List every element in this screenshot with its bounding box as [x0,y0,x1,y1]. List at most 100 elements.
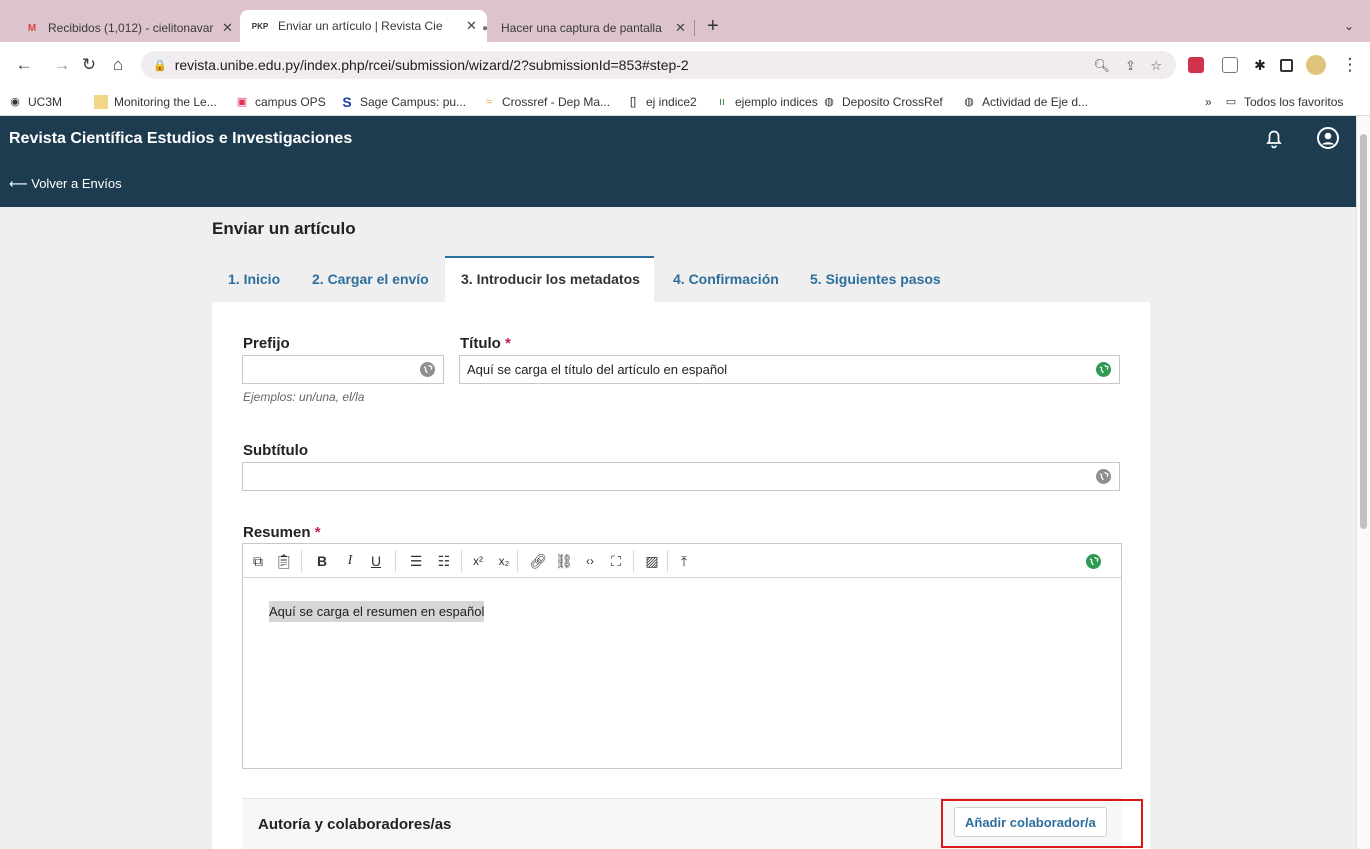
bullet-list-icon[interactable]: ☰ [407,552,425,570]
profile-avatar[interactable] [1306,55,1326,75]
link-icon[interactable]: 🔗︎ [529,552,547,570]
copy-icon[interactable]: ⧉ [249,552,267,570]
zoom-icon[interactable]: 🔍︎ [1093,58,1110,74]
bookmark-item[interactable]: S Sage Campus: pu... [340,95,466,109]
more-menu-icon[interactable]: ⋮ [1340,55,1360,75]
code-icon[interactable]: ‹› [581,552,599,570]
bookmarks-overflow-icon[interactable]: » [1205,95,1212,109]
chevron-down-icon[interactable]: ⌄ [1344,19,1354,33]
tab-label: Recibidos (1,012) - cielitonavar [48,21,214,35]
tab-step-2[interactable]: 2. Cargar el envío [296,256,445,302]
toolbar-divider [395,550,396,572]
prefix-label: Prefijo [243,335,290,352]
chart-icon: ıı [718,96,726,108]
toolbar-divider [633,550,634,572]
address-bar[interactable]: 🔒 revista.unibe.edu.py/index.php/rcei/su… [141,51,1176,79]
bookmark-star-icon[interactable]: ☆ [1150,58,1162,74]
globe-icon[interactable] [1096,469,1111,484]
new-tab-icon[interactable]: + [707,16,719,36]
bookmark-item[interactable]: Monitoring the Le... [94,95,217,109]
bookmark-item[interactable]: ▣ campus OPS [235,95,326,109]
bookmark-item[interactable]: ◉ UC3M [8,95,62,109]
campus-icon: ▣ [236,96,248,108]
underline-icon[interactable]: U [367,552,385,570]
bookmark-item[interactable]: ◍ Actividad de Eje d... [962,95,1088,109]
forward-arrow-icon[interactable]: → [52,55,72,75]
required-marker: * [314,524,321,541]
back-arrow-icon[interactable]: ← [14,55,34,75]
bookmark-item[interactable]: ≈ Crossref - Dep Ma... [482,95,610,109]
numbered-list-icon[interactable]: ☷ [435,552,453,570]
page-title: Enviar un artículo [212,219,356,238]
toolbar-divider [461,550,462,572]
globe-icon[interactable] [420,362,435,377]
all-bookmarks-folder[interactable]: ▭ Todos los favoritos [1224,95,1344,109]
prefix-hint: Ejemplos: un/una, el/la [243,390,365,404]
university-icon: ◉ [10,96,20,108]
editor-toolbar: ⧉ 📋︎ B I U ☰ ☷ x² x₂ 🔗︎ ⛓︎ ‹› ⛶ ▨ ⤒ [243,544,1121,578]
superscript-icon[interactable]: x² [469,552,487,570]
abstract-text[interactable]: Aquí se carga el resumen en español [269,601,485,622]
bookmark-item[interactable]: ◍ Deposito CrossRef [822,95,943,109]
browser-tab-gmail[interactable]: M Recibidos (1,012) - cielitonavar ✕ [14,14,243,42]
tab-step-4[interactable]: 4. Confirmación [657,256,795,302]
italic-icon[interactable]: I [341,552,359,570]
tab-label: Hacer una captura de pantalla [501,21,662,35]
toolbar-divider [301,550,302,572]
url-text: revista.unibe.edu.py/index.php/rcei/subm… [174,57,689,73]
subtitle-label: Subtítulo [243,442,308,459]
title-input[interactable]: Aquí se carga el título del artículo en … [459,355,1120,384]
fullscreen-icon[interactable]: ⛶ [607,552,625,570]
puzzle-extensions-icon[interactable]: ✱ [1252,57,1268,73]
bookmark-item[interactable]: [] ej indice2 [626,95,697,109]
abstract-editor[interactable]: ⧉ 📋︎ B I U ☰ ☷ x² x₂ 🔗︎ ⛓︎ ‹› ⛶ ▨ ⤒ Aquí… [242,543,1122,769]
share-icon[interactable]: ⇪ [1125,58,1136,74]
reader-icon[interactable] [1222,57,1238,73]
globe-icon[interactable] [1096,362,1111,377]
journal-title[interactable]: Revista Científica Estudios e Investigac… [9,130,352,148]
paste-icon[interactable]: 📋︎ [275,552,293,570]
pkp-icon: PKP [251,21,269,31]
home-icon[interactable]: ⌂ [108,55,128,75]
bookmarks-bar: ◉ UC3M Monitoring the Le... ▣ campus OPS S… [0,90,1370,116]
upload-icon[interactable]: ⤒ [675,552,693,570]
tab-step-1[interactable]: 1. Inicio [212,256,296,302]
globe-bookmark-icon: ◍ [824,96,834,108]
close-tab-icon[interactable]: ✕ [675,20,686,36]
side-panel-icon[interactable] [1280,59,1293,72]
subtitle-input[interactable] [242,462,1120,491]
tab-step-5[interactable]: 5. Siguientes pasos [794,256,957,302]
lock-icon: 🔒 [153,59,167,72]
bookmark-item[interactable]: ıı ejemplo indices [715,95,818,109]
browser-toolbar: ← → ↻ ⌂ 🔒 revista.unibe.edu.py/index.php… [0,42,1370,90]
browser-tab-screenshot[interactable]: ● Hacer una captura de pantalla ✕ [467,14,696,42]
bold-icon[interactable]: B [313,552,331,570]
crossref-icon: ≈ [485,96,493,108]
abstract-label: Resumen * [243,524,321,541]
bell-icon[interactable] [1262,126,1286,150]
toolbar-divider [667,550,668,572]
monitor-icon [94,95,108,109]
tab-step-3[interactable]: 3. Introducir los metadatos [445,256,654,302]
browser-tab-bar: M Recibidos (1,012) - cielitonavar ✕ PKP… [0,0,1370,42]
prefix-input[interactable] [242,355,444,384]
subscript-icon[interactable]: x₂ [495,552,513,570]
globe-icon[interactable] [1086,554,1101,569]
tab-divider [694,20,695,36]
scrollbar-thumb[interactable] [1360,134,1367,529]
sage-icon: S [342,94,352,110]
apple-icon: ● [481,22,489,34]
tab-label: Enviar un artículo | Revista Cie [278,19,443,33]
user-account-icon[interactable] [1316,126,1340,150]
unlink-icon[interactable]: ⛓︎ [555,552,573,570]
close-tab-icon[interactable]: ✕ [222,20,233,36]
browser-tab-submission[interactable]: PKP Enviar un artículo | Revista Cie ✕ [240,10,487,42]
back-to-submissions-link[interactable]: ⟵ Volver a Envíos [9,176,122,192]
folder-icon: ▭ [1225,96,1237,108]
image-icon[interactable]: ▨ [643,552,661,570]
page-scrollbar[interactable] [1356,116,1370,849]
reload-icon[interactable]: ↻ [79,55,99,75]
extension-icon[interactable] [1188,57,1204,73]
required-marker: * [505,335,511,352]
annotation-highlight-box [941,799,1143,848]
